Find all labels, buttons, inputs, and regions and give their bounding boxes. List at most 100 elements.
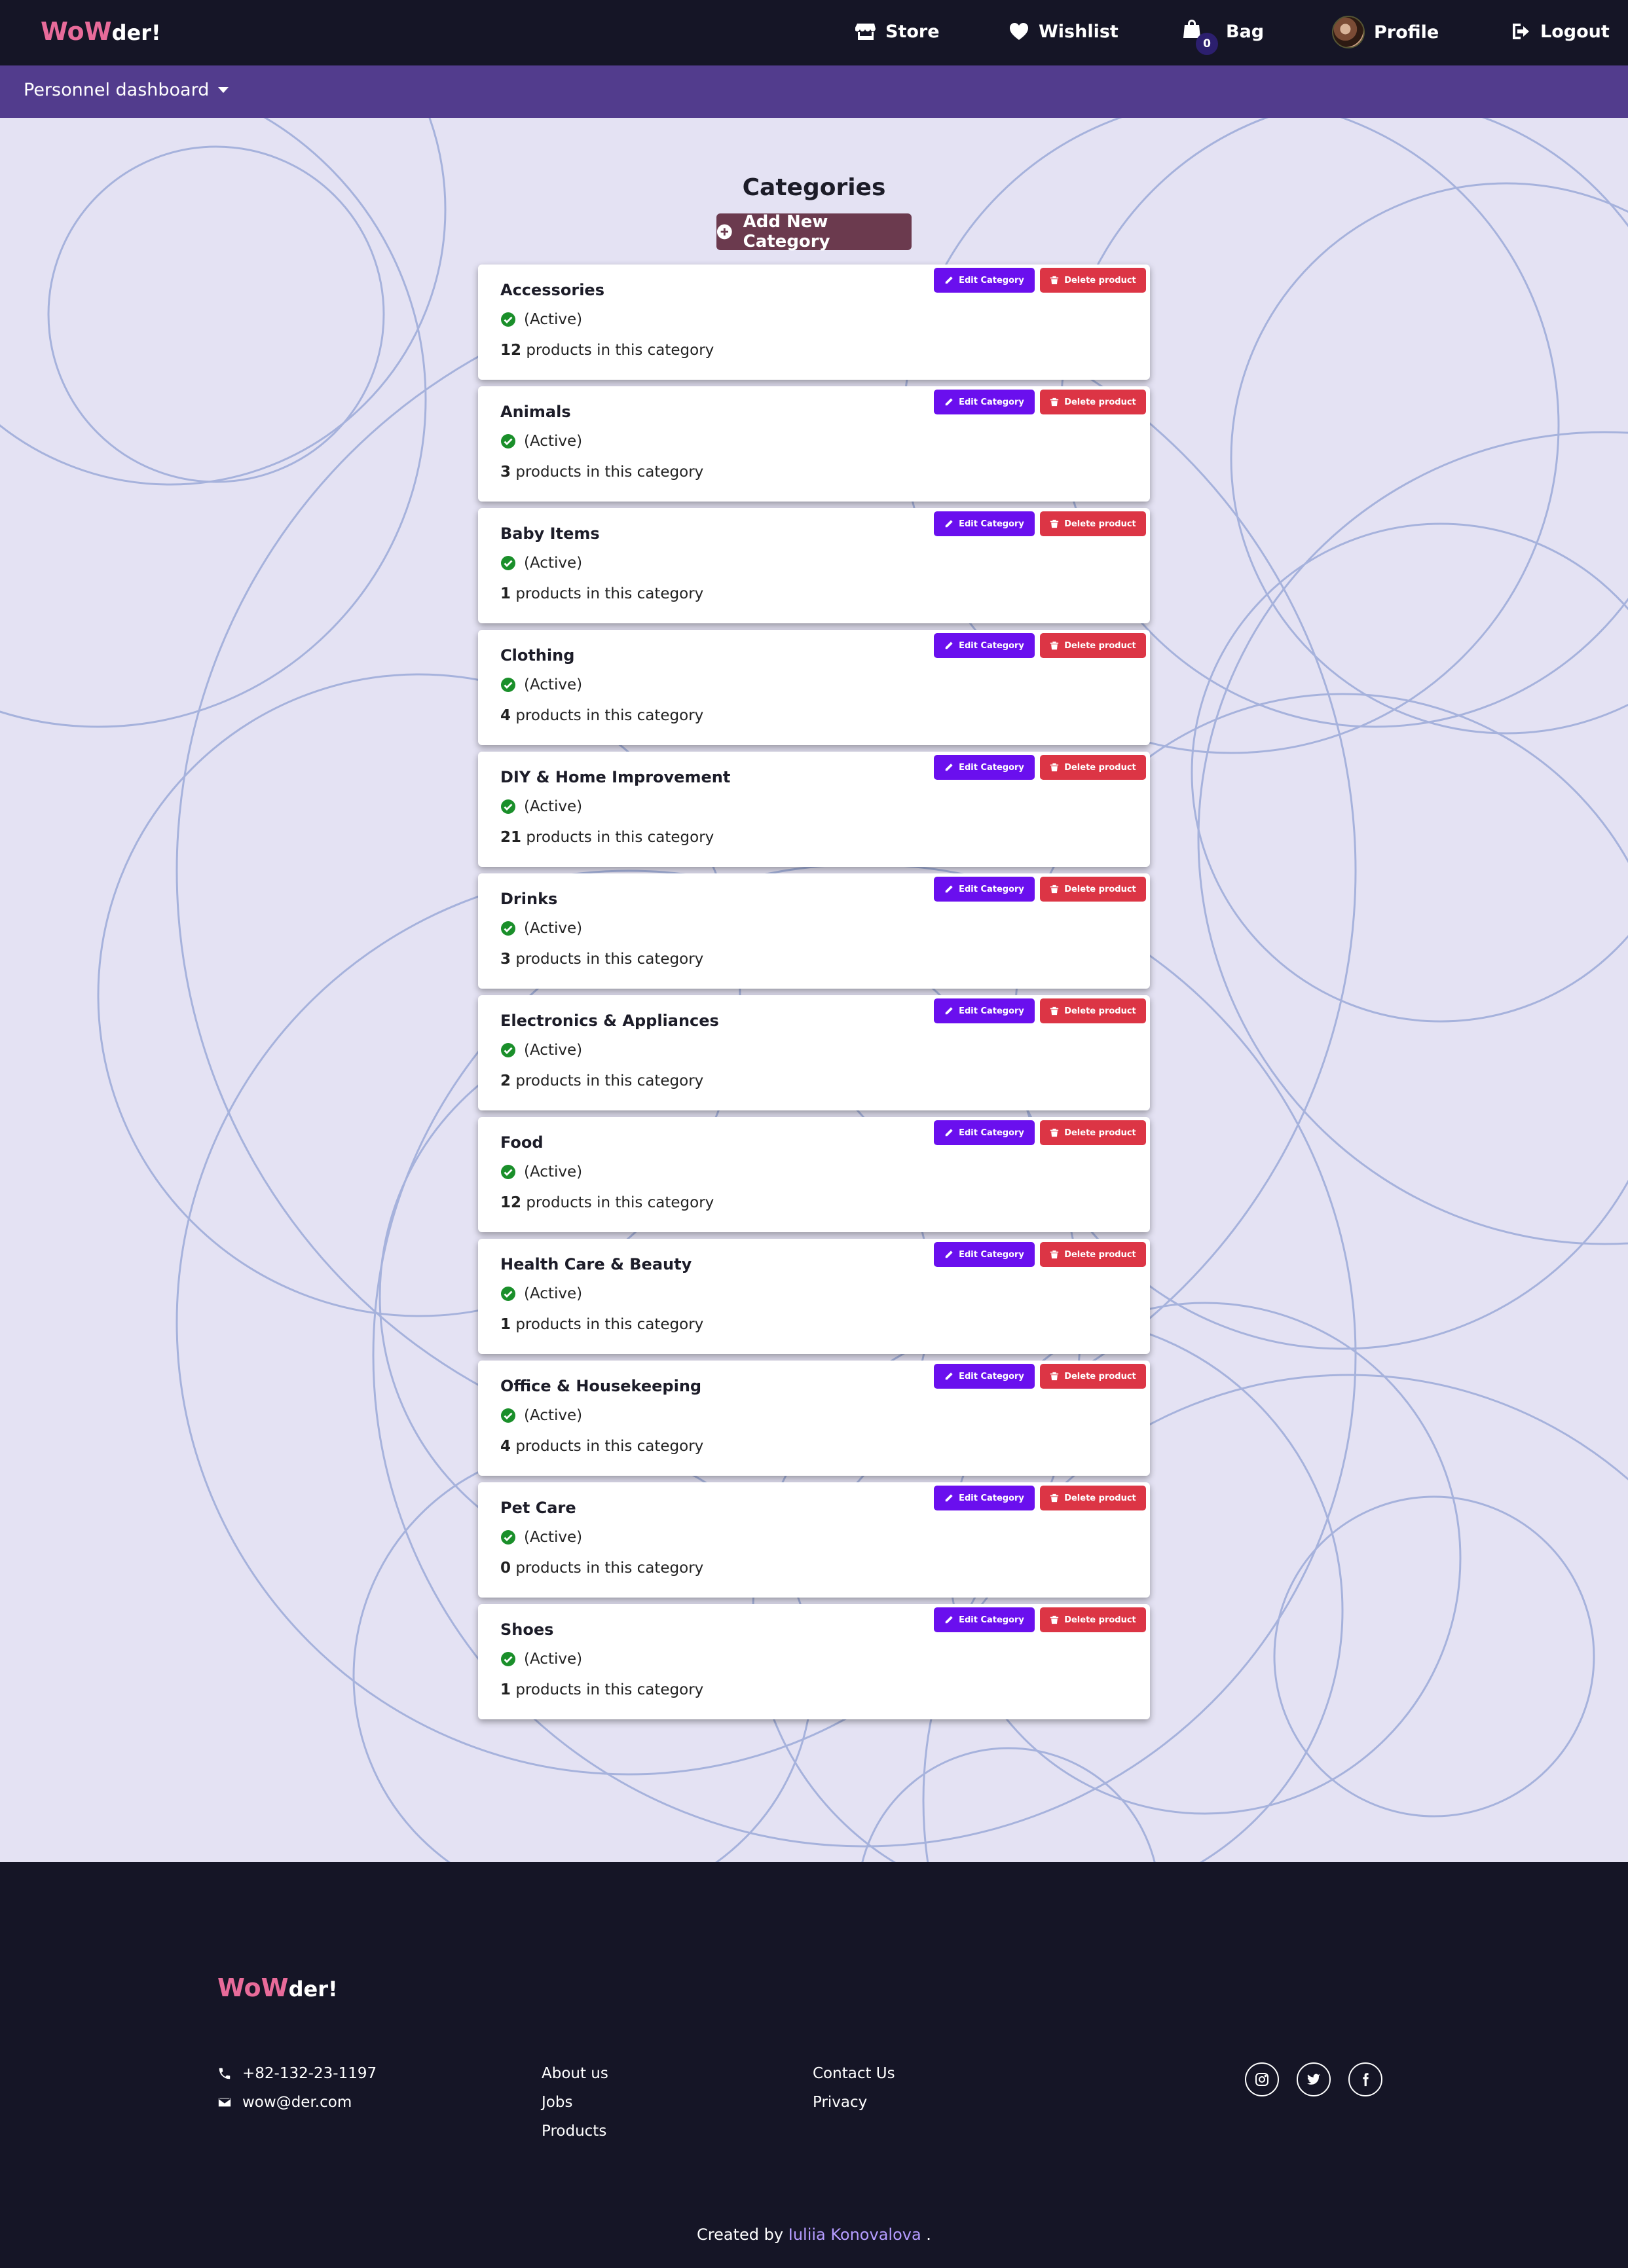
category-product-count: 21 products in this category <box>500 829 714 846</box>
trash-icon <box>1050 397 1059 407</box>
footer-link-jobs[interactable]: Jobs <box>542 2094 572 2111</box>
trash-icon <box>1050 519 1059 528</box>
footer-link-contact-us[interactable]: Contact Us <box>813 2065 895 2082</box>
edit-category-button[interactable]: Edit Category <box>934 998 1035 1023</box>
category-status: (Active) <box>500 1042 582 1059</box>
edit-category-button[interactable]: Edit Category <box>934 877 1035 902</box>
nav-wishlist-link[interactable]: Wishlist <box>1008 18 1119 45</box>
category-status: (Active) <box>500 433 582 450</box>
pencil-icon <box>945 1251 953 1258</box>
pencil-icon <box>945 885 953 893</box>
category-card: Baby Items (Active) 1 products in this cat… <box>478 508 1150 623</box>
edit-category-button[interactable]: Edit Category <box>934 1486 1035 1510</box>
edit-category-button[interactable]: Edit Category <box>934 1242 1035 1267</box>
delete-product-button[interactable]: Delete product <box>1040 511 1146 536</box>
category-status: (Active) <box>500 555 582 572</box>
category-status: (Active) <box>500 1529 582 1546</box>
facebook-icon <box>1363 2073 1369 2087</box>
delete-product-label: Delete product <box>1064 884 1136 894</box>
nav-logout-link[interactable]: Logout <box>1510 18 1610 45</box>
edit-category-button[interactable]: Edit Category <box>934 1607 1035 1632</box>
edit-category-button[interactable]: Edit Category <box>934 1364 1035 1389</box>
plus-circle-icon <box>716 224 732 240</box>
brand-logo-part2: der! <box>111 20 161 45</box>
category-count-value: 12 <box>500 342 522 359</box>
delete-product-label: Delete product <box>1064 1127 1136 1138</box>
credit-author-link[interactable]: Iuliia Konovalova <box>788 2225 921 2244</box>
brand-logo[interactable]: WoWder! <box>41 17 161 46</box>
category-count-suffix: products in this category <box>511 1316 704 1333</box>
category-status-text: (Active) <box>524 1163 583 1180</box>
trash-icon <box>1050 1006 1059 1015</box>
delete-product-button[interactable]: Delete product <box>1040 1486 1146 1510</box>
pencil-icon <box>945 398 953 406</box>
category-count-suffix: products in this category <box>511 1438 704 1455</box>
main-content: Categories Add New Category Accessories (… <box>0 118 1628 1862</box>
footer-brand-part2: der! <box>288 1977 338 2002</box>
edit-category-label: Edit Category <box>959 1127 1024 1138</box>
edit-category-button[interactable]: Edit Category <box>934 755 1035 780</box>
trash-icon <box>1050 763 1059 772</box>
category-product-count: 4 products in this category <box>500 707 703 724</box>
nav-profile-link[interactable]: Profile <box>1332 16 1439 48</box>
trash-icon <box>1050 1372 1059 1381</box>
twitter-icon <box>1306 2074 1321 2085</box>
edit-category-button[interactable]: Edit Category <box>934 1120 1035 1145</box>
pencil-icon <box>945 763 953 771</box>
nav-store-link[interactable]: Store <box>855 18 940 45</box>
delete-product-label: Delete product <box>1064 1615 1136 1625</box>
category-name: Office & Housekeeping <box>500 1377 702 1395</box>
trash-icon <box>1050 1128 1059 1137</box>
nav-store-label: Store <box>885 21 940 42</box>
delete-product-button[interactable]: Delete product <box>1040 1607 1146 1632</box>
category-count-value: 21 <box>500 829 522 846</box>
delete-product-button[interactable]: Delete product <box>1040 877 1146 902</box>
check-circle-icon <box>501 921 515 936</box>
category-card: DIY & Home Improvement (Active) 21 product… <box>478 752 1150 867</box>
category-product-count: 3 products in this category <box>500 951 703 968</box>
category-count-value: 2 <box>500 1072 511 1089</box>
edit-category-button[interactable]: Edit Category <box>934 390 1035 414</box>
edit-category-button[interactable]: Edit Category <box>934 511 1035 536</box>
footer-link-privacy[interactable]: Privacy <box>813 2094 867 2111</box>
category-status-text: (Active) <box>524 1651 583 1668</box>
category-name: Electronics & Appliances <box>500 1012 719 1030</box>
category-list: Accessories (Active) 12 products in this c… <box>478 265 1150 1726</box>
footer-link-about-us[interactable]: About us <box>542 2065 608 2082</box>
delete-product-button[interactable]: Delete product <box>1040 268 1146 293</box>
add-new-category-button[interactable]: Add New Category <box>716 212 912 251</box>
delete-product-button[interactable]: Delete product <box>1040 1120 1146 1145</box>
add-new-category-label: Add New Category <box>743 212 830 251</box>
edit-category-label: Edit Category <box>959 1249 1024 1260</box>
check-circle-icon <box>501 1652 515 1666</box>
delete-product-button[interactable]: Delete product <box>1040 1242 1146 1267</box>
footer-brand-logo[interactable]: WoWder! <box>217 1973 338 2002</box>
pencil-icon <box>945 520 953 528</box>
edit-category-button[interactable]: Edit Category <box>934 268 1035 293</box>
personnel-dashboard-dropdown[interactable]: Personnel dashboard <box>24 80 229 100</box>
nav-bag-link[interactable]: 0 Bag <box>1181 18 1264 55</box>
footer-email[interactable]: wow@der.com <box>217 2094 352 2111</box>
facebook-link[interactable] <box>1348 2062 1382 2096</box>
edit-category-button[interactable]: Edit Category <box>934 633 1035 658</box>
delete-product-button[interactable]: Delete product <box>1040 633 1146 658</box>
category-count-suffix: products in this category <box>511 1072 704 1089</box>
edit-category-label: Edit Category <box>959 640 1024 651</box>
category-count-value: 4 <box>500 1438 511 1455</box>
delete-product-button[interactable]: Delete product <box>1040 1364 1146 1389</box>
heart-icon <box>1010 23 1028 40</box>
delete-product-button[interactable]: Delete product <box>1040 998 1146 1023</box>
category-status-text: (Active) <box>524 311 583 328</box>
check-circle-icon <box>501 434 515 448</box>
pencil-icon <box>945 1129 953 1137</box>
category-count-suffix: products in this category <box>511 951 704 968</box>
instagram-link[interactable] <box>1245 2062 1279 2096</box>
category-name: Accessories <box>500 281 604 299</box>
trash-icon <box>1050 1615 1059 1624</box>
twitter-link[interactable] <box>1297 2062 1331 2096</box>
delete-product-button[interactable]: Delete product <box>1040 755 1146 780</box>
delete-product-button[interactable]: Delete product <box>1040 390 1146 414</box>
category-count-suffix: products in this category <box>521 829 714 846</box>
footer-link-products[interactable]: Products <box>542 2123 606 2140</box>
category-name: Pet Care <box>500 1499 576 1517</box>
